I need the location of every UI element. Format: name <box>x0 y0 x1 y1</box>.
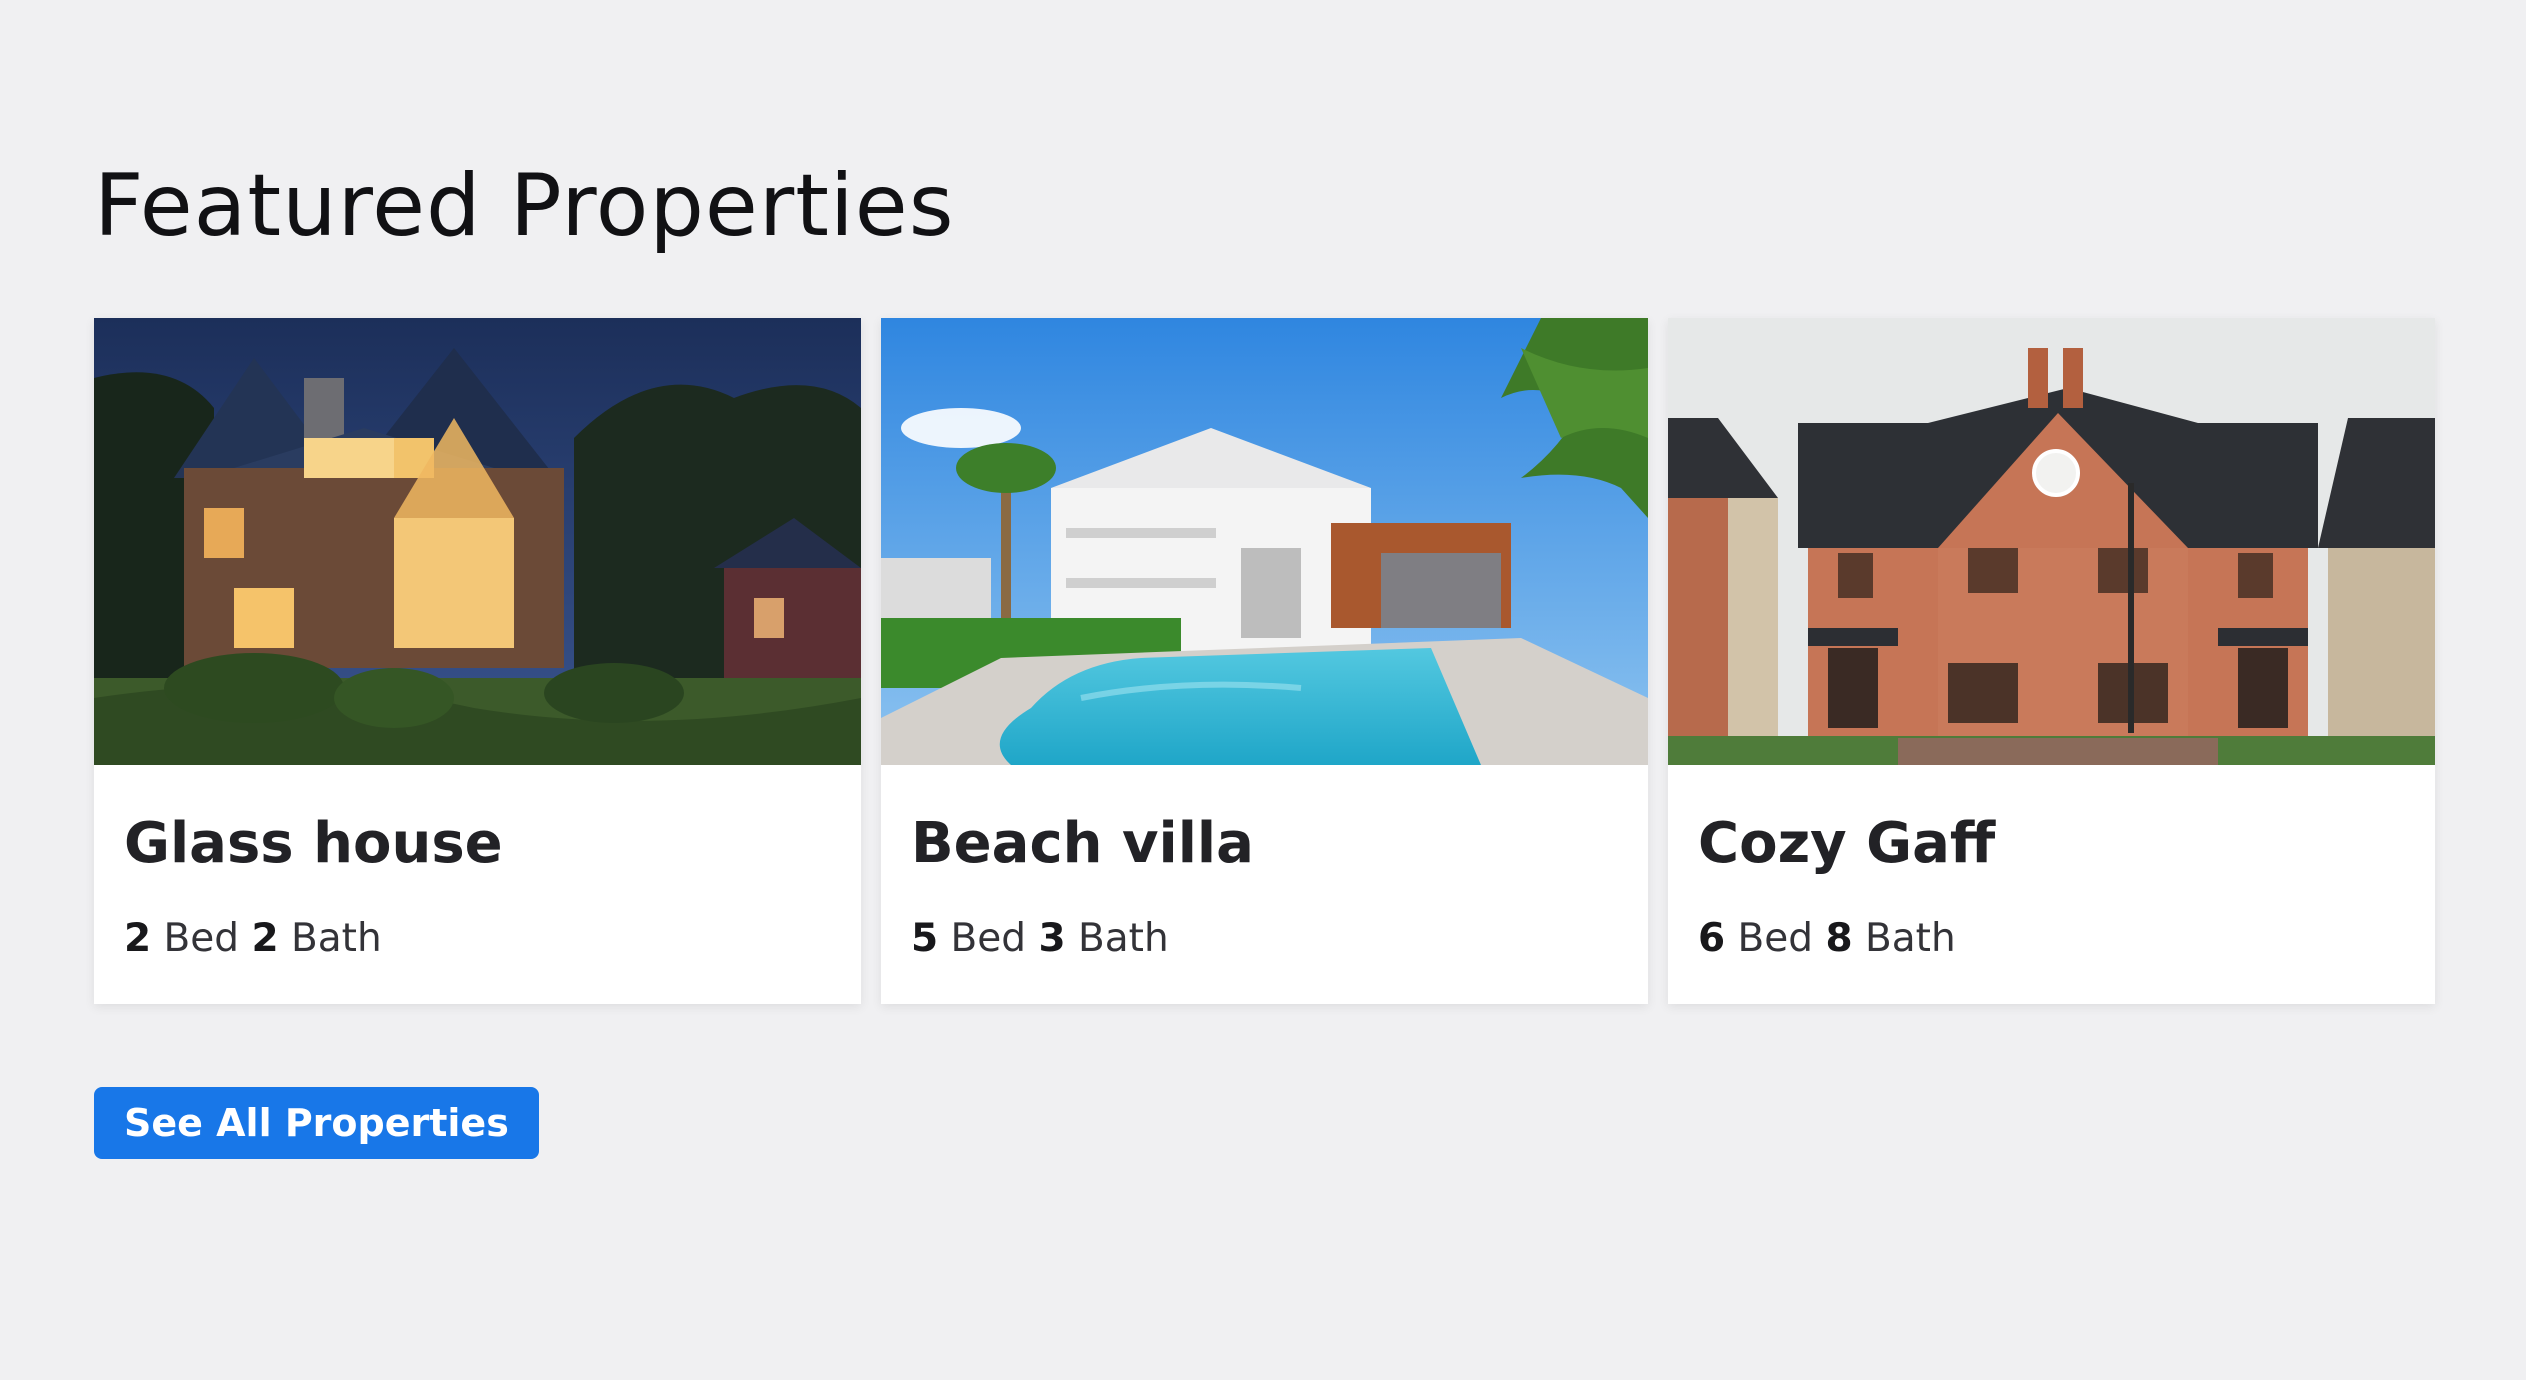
house-at-night-photo <box>94 318 861 765</box>
property-card-beach-villa[interactable]: Beach villa 5 Bed 3 Bath <box>881 318 1648 1004</box>
property-rooms: 6 Bed 8 Bath <box>1698 916 1956 961</box>
bed-label: Bed <box>163 916 240 961</box>
see-all-properties-button[interactable]: See All Properties <box>94 1087 539 1159</box>
villa-with-pool-photo <box>881 318 1648 765</box>
bath-count: 2 <box>251 916 279 961</box>
bed-label: Bed <box>950 916 1027 961</box>
bath-count: 8 <box>1825 916 1853 961</box>
bed-count: 2 <box>124 916 152 961</box>
bath-count: 3 <box>1038 916 1066 961</box>
bed-count: 5 <box>911 916 939 961</box>
property-name[interactable]: Beach villa <box>911 808 1254 881</box>
brick-house-photo <box>1668 318 2435 765</box>
property-name[interactable]: Glass house <box>124 808 503 881</box>
property-name[interactable]: Cozy Gaff <box>1698 808 1995 881</box>
bath-label: Bath <box>1865 916 1956 961</box>
bed-count: 6 <box>1698 916 1726 961</box>
bath-label: Bath <box>1078 916 1169 961</box>
property-card-list: Glass house 2 Bed 2 Bath Beach villa 5 B… <box>94 318 2436 1004</box>
property-card-glass-house[interactable]: Glass house 2 Bed 2 Bath <box>94 318 861 1004</box>
bath-label: Bath <box>291 916 382 961</box>
property-card-cozy-gaff[interactable]: Cozy Gaff 6 Bed 8 Bath <box>1668 318 2435 1004</box>
property-rooms: 2 Bed 2 Bath <box>124 916 382 961</box>
bed-label: Bed <box>1737 916 1814 961</box>
property-rooms: 5 Bed 3 Bath <box>911 916 1169 961</box>
section-title: Featured Properties <box>94 156 955 256</box>
